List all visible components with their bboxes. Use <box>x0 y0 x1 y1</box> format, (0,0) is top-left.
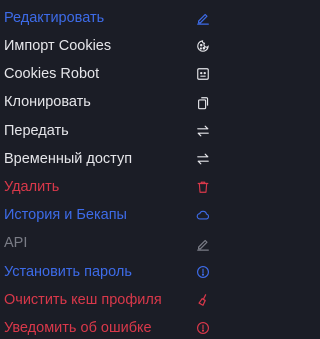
menu-item-cookies-robot[interactable]: Cookies Robot <box>0 60 220 88</box>
copy-icon <box>196 96 210 110</box>
robot-icon <box>196 67 210 81</box>
menu-item-clone[interactable]: Клонировать <box>0 89 220 117</box>
menu-item-history-backups[interactable]: История и Бекапы <box>0 201 220 229</box>
menu-item-clear-profile-cache[interactable]: Очистить кеш профиля <box>0 286 220 314</box>
menu-item-label: Очистить кеш профиля <box>4 291 162 308</box>
menu-item-label: Импорт Cookies <box>4 38 112 55</box>
temporary-transfer-icon <box>196 152 210 166</box>
transfer-icon <box>196 124 210 138</box>
pencil-icon <box>196 237 210 251</box>
menu-item-transfer[interactable]: Передать <box>0 117 220 145</box>
menu-item-label: Передать <box>4 122 69 139</box>
menu-item-set-password[interactable]: Установить пароль <box>0 258 220 286</box>
menu-item-label: API <box>4 235 28 252</box>
alert-circle-icon <box>196 321 210 335</box>
pencil-icon <box>196 11 210 25</box>
menu-item-label: Уведомить об ошибке <box>4 319 152 336</box>
context-menu: Редактировать Импорт Cookies Cookies Rob… <box>0 0 220 339</box>
cloud-icon <box>196 208 210 222</box>
info-circle-icon <box>196 265 210 279</box>
menu-item-report-error[interactable]: Уведомить об ошибке <box>0 314 220 339</box>
menu-item-label: Редактировать <box>4 9 105 26</box>
broom-icon <box>196 293 210 307</box>
menu-item-edit[interactable]: Редактировать <box>0 4 220 32</box>
menu-item-temporary-access[interactable]: Временный доступ <box>0 145 220 173</box>
menu-item-label: Удалить <box>4 178 60 195</box>
menu-item-label: Клонировать <box>4 94 91 111</box>
menu-item-delete[interactable]: Удалить <box>0 173 220 201</box>
menu-item-label: История и Бекапы <box>4 207 127 224</box>
menu-item-import-cookies[interactable]: Импорт Cookies <box>0 32 220 60</box>
menu-item-api[interactable]: API <box>0 230 220 258</box>
trash-icon <box>196 180 210 194</box>
menu-item-label: Cookies Robot <box>4 66 100 83</box>
cookie-icon <box>196 39 210 53</box>
menu-item-label: Установить пароль <box>4 263 132 280</box>
menu-item-label: Временный доступ <box>4 150 133 167</box>
